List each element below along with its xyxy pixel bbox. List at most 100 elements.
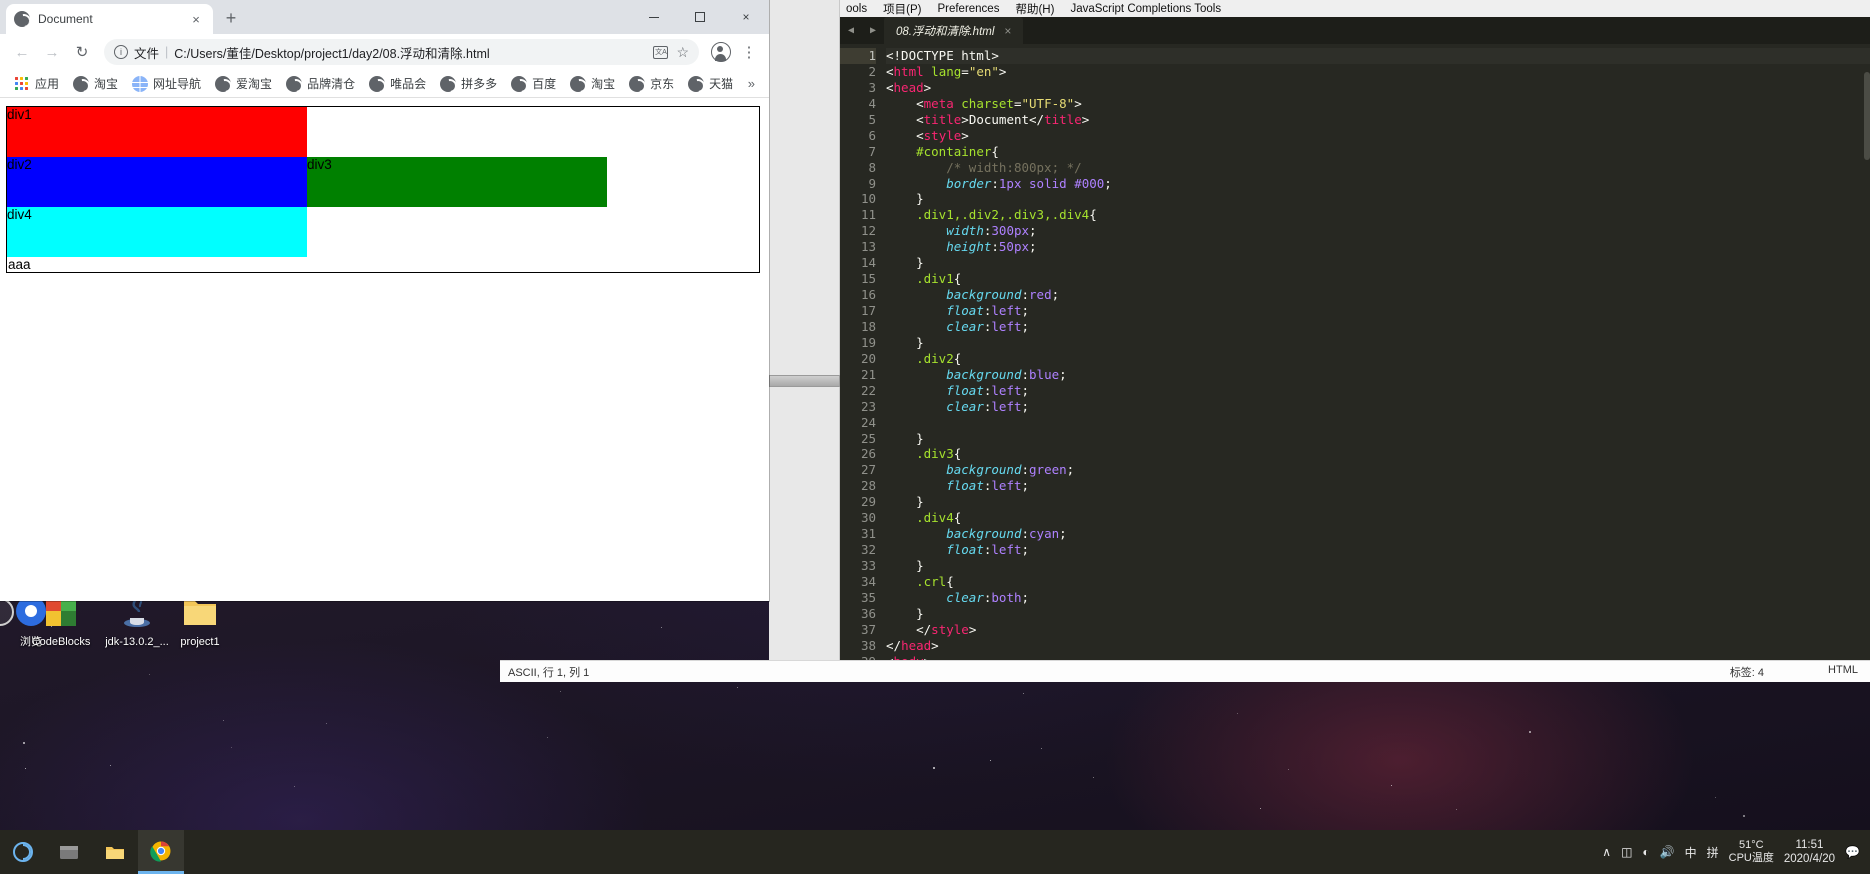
- code-token: ;: [1066, 462, 1075, 478]
- wallpaper-star: [325, 723, 327, 725]
- code-token: float: [946, 542, 984, 558]
- chevron-right-icon[interactable]: ▶: [870, 25, 876, 36]
- bookmark-baidu[interactable]: 百度: [505, 72, 562, 95]
- ime-language-indicator[interactable]: 中: [1685, 844, 1697, 861]
- line-number: 9: [868, 175, 876, 191]
- code-line: background:blue;: [886, 367, 1870, 383]
- taskbar-chrome[interactable]: [138, 830, 184, 874]
- code-token: ;: [1021, 478, 1030, 494]
- code-token: =: [961, 63, 969, 79]
- bookmark-brand-clearance[interactable]: 品牌清仓: [280, 72, 361, 95]
- reload-button[interactable]: ↻: [68, 38, 96, 66]
- chrome-menu-button[interactable]: ⋮: [737, 43, 761, 61]
- code-line: .div4{: [886, 510, 1870, 526]
- page-info-icon[interactable]: i: [114, 45, 128, 59]
- bottom-tab-size-label[interactable]: 标签: 4: [1730, 664, 1764, 680]
- code-line: #container{: [886, 144, 1870, 160]
- profile-button[interactable]: [707, 38, 735, 66]
- code-token: ;: [1021, 542, 1030, 558]
- editor-file-tab[interactable]: 08.浮动和清除.html ×: [884, 17, 1024, 44]
- code-token: :: [1021, 526, 1030, 542]
- code-token: background: [946, 287, 1022, 303]
- code-token: Document: [968, 111, 1030, 127]
- notification-center-icon[interactable]: 💬: [1845, 845, 1860, 859]
- cpu-temperature-widget[interactable]: 51°C CPU温度: [1729, 839, 1774, 865]
- code-token: <: [916, 95, 924, 111]
- browser-tab[interactable]: Document ×: [6, 4, 213, 34]
- volume-icon[interactable]: 🔊: [1660, 845, 1675, 859]
- wallpaper-star: [559, 690, 561, 692]
- code-line: }: [886, 558, 1870, 574]
- bookmark-star-icon[interactable]: ☆: [676, 44, 689, 61]
- code-token: ;: [1059, 366, 1067, 382]
- bookmark-pinduoduo[interactable]: 拼多多: [434, 72, 503, 95]
- code-token: left: [991, 398, 1022, 414]
- taskbar-folder[interactable]: [92, 830, 138, 874]
- maximize-button[interactable]: [677, 0, 723, 34]
- code-token: green: [1029, 462, 1067, 478]
- battery-icon[interactable]: ◫: [1621, 845, 1632, 859]
- line-number: 37: [860, 621, 876, 637]
- bookmark-tmall[interactable]: 天猫: [682, 72, 739, 95]
- panel-scrollbar-thumb[interactable]: [769, 375, 840, 387]
- url-scheme-label: 文件: [134, 46, 160, 61]
- menu-preferences[interactable]: Preferences: [937, 3, 999, 15]
- line-number: 14: [860, 255, 876, 271]
- bookmark-apps[interactable]: 应用: [8, 72, 65, 95]
- new-tab-button[interactable]: +: [217, 4, 245, 32]
- editor-tab-close-icon[interactable]: ×: [1004, 24, 1011, 38]
- line-number: 23: [860, 398, 876, 414]
- bookmark-taobao-1[interactable]: 淘宝: [67, 72, 124, 95]
- code-token: ;: [1029, 223, 1037, 239]
- bookmark-jd[interactable]: 京东: [623, 72, 680, 95]
- line-number: 19: [860, 334, 876, 350]
- code-area[interactable]: <!DOCTYPE html> <html lang="en"> <head> <m…: [882, 44, 1870, 665]
- minimize-button[interactable]: [631, 0, 677, 34]
- code-token: ;: [1021, 303, 1030, 318]
- code-token: >: [931, 637, 939, 653]
- forward-button[interactable]: →: [38, 38, 66, 66]
- menu-help[interactable]: 帮助(H): [1015, 1, 1054, 17]
- ime-mode-indicator[interactable]: 拼: [1707, 844, 1719, 861]
- bookmarks-overflow-button[interactable]: »: [742, 76, 761, 91]
- wallpaper-star: [24, 767, 26, 769]
- tab-close-icon[interactable]: ×: [187, 12, 205, 27]
- code-token: float: [946, 303, 984, 318]
- menu-tools[interactable]: ools: [846, 3, 867, 15]
- clock-widget[interactable]: 11:51 2020/4/20: [1784, 838, 1835, 866]
- back-button[interactable]: ←: [8, 38, 36, 66]
- taskbar-file-explorer[interactable]: [46, 830, 92, 874]
- line-number: 5: [868, 111, 876, 127]
- bottom-syntax-label[interactable]: HTML: [1828, 664, 1858, 680]
- bookmark-vip[interactable]: 唯品会: [363, 72, 432, 95]
- bookmark-nav[interactable]: 网址导航: [126, 72, 207, 95]
- menu-js-completions[interactable]: JavaScript Completions Tools: [1070, 3, 1221, 15]
- menu-project[interactable]: 项目(P): [883, 1, 921, 17]
- bookmark-taobao-2[interactable]: 淘宝: [564, 72, 621, 95]
- code-token: }: [916, 255, 924, 271]
- code-token: ;: [1051, 287, 1060, 303]
- desktop-icon-label: CodeBlocks: [31, 636, 91, 648]
- taobao-icon: [440, 75, 457, 92]
- folder-icon: [106, 847, 124, 859]
- tray-expand-icon[interactable]: ∧: [1602, 845, 1611, 859]
- line-number: 8: [868, 159, 876, 175]
- address-bar[interactable]: i 文件 | C:/Users/董佳/Desktop/project1/day2…: [104, 39, 699, 65]
- network-icon[interactable]: ◐: [1642, 845, 1649, 859]
- close-button[interactable]: ×: [723, 0, 769, 34]
- url-separator: |: [165, 45, 169, 59]
- chevron-left-icon[interactable]: ◀: [848, 25, 854, 36]
- translate-icon[interactable]: 文A: [653, 45, 669, 59]
- line-number: 27: [860, 462, 876, 478]
- wallpaper-star: [933, 766, 936, 769]
- code-token: .div2: [916, 350, 954, 366]
- code-token: {: [991, 143, 999, 159]
- bookmark-aitaobao[interactable]: 爱淘宝: [209, 72, 278, 95]
- container-div: div1 div2 div3 div4 aaa: [6, 106, 760, 273]
- code-token: html: [893, 63, 924, 79]
- start-button[interactable]: [0, 830, 46, 874]
- editor-vertical-scrollbar[interactable]: [1864, 72, 1870, 160]
- browser-toolbar: ← → ↻ i 文件 | C:/Users/董佳/Desktop/project…: [0, 34, 769, 70]
- editor-body: 1 2 3 4 5 6 7 8 9 10 11 12 13 14 15 16 17 18 19 20 21 22 23 24 2…: [840, 44, 1870, 665]
